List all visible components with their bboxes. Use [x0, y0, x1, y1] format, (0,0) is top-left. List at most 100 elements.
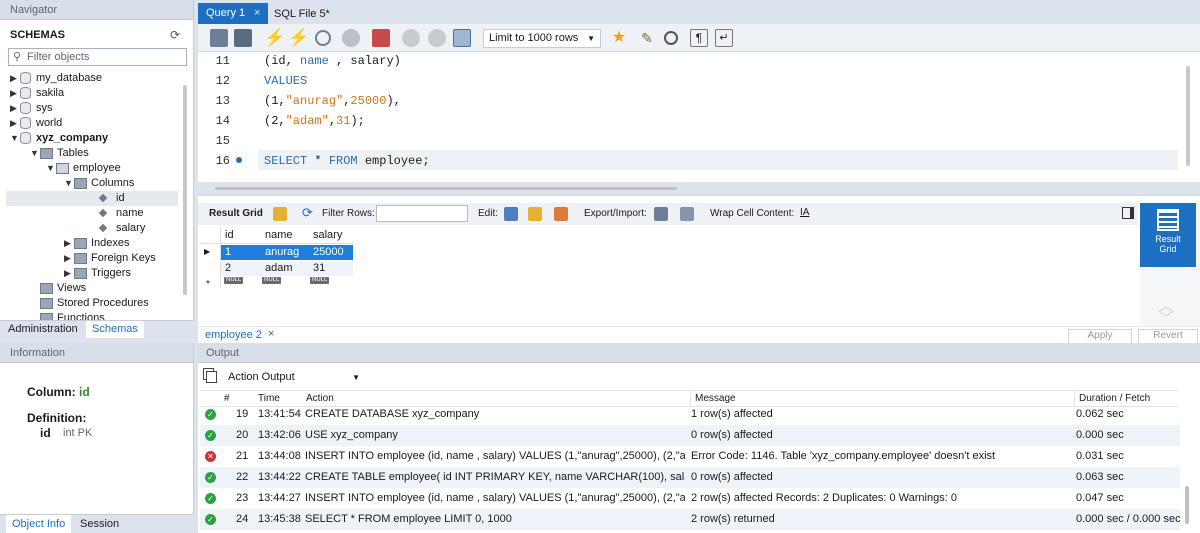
- tree-columns[interactable]: ▼ Columns: [64, 176, 134, 191]
- tree-indexes[interactable]: ▶ Indexes: [64, 236, 130, 251]
- col-header-id[interactable]: id: [221, 228, 234, 243]
- schema-world[interactable]: ▶ world: [10, 116, 62, 131]
- tree-column-id[interactable]: id: [6, 191, 178, 206]
- panel-toggle-icon[interactable]: [1122, 207, 1134, 219]
- wrap-cell-icon[interactable]: IA: [800, 207, 809, 218]
- edit-row-icon[interactable]: [504, 207, 518, 221]
- copy-icon[interactable]: [206, 371, 217, 383]
- columns-icon: [74, 177, 87, 189]
- cell-name[interactable]: adam: [261, 261, 293, 276]
- open-file-icon[interactable]: [210, 29, 228, 47]
- import-icon[interactable]: [680, 207, 694, 221]
- code-line-12: 12 VALUES: [215, 74, 308, 88]
- navigator-scrollbar[interactable]: [183, 85, 187, 295]
- chevron-right-icon[interactable]: ▶: [10, 71, 20, 86]
- chevron-right-icon[interactable]: ▶: [10, 86, 20, 101]
- refresh-icon[interactable]: ⟳: [170, 28, 180, 42]
- close-icon[interactable]: ×: [254, 3, 260, 24]
- code-text: (2,"adam",31);: [264, 114, 365, 128]
- find-icon[interactable]: [664, 31, 678, 45]
- output-row[interactable]: ✓ 22 13:44:22 CREATE TABLE employee( id …: [200, 467, 1180, 488]
- stop-icon[interactable]: [342, 29, 360, 47]
- col-header-name[interactable]: name: [261, 228, 293, 243]
- chevron-right-icon[interactable]: ▶: [10, 101, 20, 116]
- delete-row-icon[interactable]: [554, 207, 568, 221]
- beautify-icon[interactable]: ✎: [638, 29, 656, 47]
- tab-schemas[interactable]: Schemas: [86, 321, 144, 338]
- success-icon: ✓: [205, 472, 216, 483]
- commit-icon[interactable]: [402, 29, 420, 47]
- definition-name: id: [40, 426, 51, 440]
- code-line-16: 16 SELECT * FROM employee;: [215, 154, 430, 168]
- cell-id[interactable]: 1: [221, 245, 231, 260]
- tab-sql-file-5[interactable]: SQL File 5*: [274, 8, 330, 20]
- chevron-down-icon[interactable]: ▼: [30, 146, 40, 161]
- editor-v-scrollbar[interactable]: [1186, 66, 1190, 166]
- explain-icon[interactable]: [315, 30, 331, 46]
- result-grid-side-button[interactable]: Result Grid: [1140, 203, 1196, 267]
- refresh-rows-icon[interactable]: ⟳: [302, 205, 313, 221]
- output-row[interactable]: ✕ 21 13:44:08 INSERT INTO employee (id, …: [200, 446, 1180, 467]
- cell-id[interactable]: 2: [221, 261, 231, 276]
- schemas-label: SCHEMAS: [10, 29, 66, 41]
- tree-employee[interactable]: ▼ employee: [46, 161, 121, 176]
- tab-query-1[interactable]: Query 1 ×: [198, 3, 268, 24]
- chevron-right-icon[interactable]: ▶: [64, 236, 74, 251]
- cell-name[interactable]: anurag: [261, 245, 299, 260]
- output-row[interactable]: ✓ 23 13:44:27 INSERT INTO employee (id, …: [200, 488, 1180, 509]
- tree-triggers[interactable]: ▶ Triggers: [64, 266, 131, 281]
- cell-salary[interactable]: 31: [309, 261, 325, 276]
- chevron-right-icon[interactable]: ▶: [10, 116, 20, 131]
- execute-icon[interactable]: ⚡: [264, 29, 285, 47]
- schema-sakila[interactable]: ▶ sakila: [10, 86, 64, 101]
- tree-stored-procedures[interactable]: Stored Procedures: [40, 296, 149, 311]
- chevron-right-icon[interactable]: ▶: [64, 251, 74, 266]
- limit-select[interactable]: Limit to 1000 rows ▼: [483, 29, 601, 48]
- rollback-icon[interactable]: [428, 29, 446, 47]
- bookmark-star-icon[interactable]: ★: [610, 29, 628, 47]
- tree-column-name[interactable]: name: [98, 206, 144, 221]
- output-row[interactable]: ✓ 20 13:42:06 USE xyz_company 0 row(s) a…: [200, 425, 1180, 446]
- schema-sys[interactable]: ▶ sys: [10, 101, 53, 116]
- chevron-down-icon[interactable]: ▼: [64, 176, 74, 191]
- autocommit-icon[interactable]: [453, 29, 471, 47]
- wrap-cell-label: Wrap Cell Content:: [710, 208, 795, 219]
- tab-employee-2[interactable]: employee 2: [205, 329, 262, 341]
- add-row-icon[interactable]: [528, 207, 542, 221]
- views-icon: [40, 282, 53, 294]
- tab-object-info[interactable]: Object Info: [6, 515, 72, 533]
- col-header-salary[interactable]: salary: [309, 228, 342, 243]
- tree-tables[interactable]: ▼ Tables: [30, 146, 89, 161]
- tab-administration[interactable]: Administration: [8, 323, 78, 335]
- filter-rows-input[interactable]: [376, 205, 468, 222]
- output-mode-select[interactable]: Action Output ▼: [224, 368, 364, 387]
- tree-functions[interactable]: Functions: [40, 311, 105, 320]
- execute-current-icon[interactable]: ⚡: [288, 29, 309, 47]
- chevron-right-icon[interactable]: ▶: [64, 266, 74, 281]
- output-row[interactable]: ✓ 19 13:41:54 CREATE DATABASE xyz_compan…: [200, 404, 1180, 425]
- filter-input-box[interactable]: ⚲ Filter objects: [8, 48, 187, 66]
- schema-my-database[interactable]: ▶ my_database: [10, 71, 102, 86]
- tree-foreign-keys[interactable]: ▶ Foreign Keys: [64, 251, 156, 266]
- wrap-lines-icon[interactable]: ↵: [715, 29, 733, 47]
- tree-views[interactable]: Views: [40, 281, 86, 296]
- chevron-down-icon[interactable]: ▼: [46, 161, 56, 176]
- output-row[interactable]: ✓ 24 13:45:38 SELECT * FROM employee LIM…: [200, 509, 1181, 530]
- output-v-scrollbar[interactable]: [1185, 486, 1189, 524]
- revert-button[interactable]: Revert: [1138, 329, 1198, 344]
- grid-view-icon[interactable]: [273, 207, 287, 221]
- definition-type: int PK: [63, 427, 93, 439]
- invisible-chars-icon[interactable]: ¶: [690, 29, 708, 47]
- cell-salary[interactable]: 25000: [309, 245, 344, 260]
- chevron-down-icon[interactable]: ▼: [10, 131, 20, 146]
- toggle-error-icon[interactable]: [372, 29, 390, 47]
- schema-xyz-company[interactable]: ▼ xyz_company: [10, 131, 108, 146]
- tab-session[interactable]: Session: [80, 518, 119, 530]
- tree-column-salary[interactable]: salary: [98, 221, 145, 236]
- editor-h-scrollbar[interactable]: [215, 187, 677, 190]
- export-icon[interactable]: [654, 207, 668, 221]
- save-icon[interactable]: [234, 29, 252, 47]
- apply-button[interactable]: Apply: [1068, 329, 1132, 344]
- close-icon[interactable]: ×: [268, 328, 274, 340]
- result-grid-label[interactable]: Result Grid: [209, 208, 263, 219]
